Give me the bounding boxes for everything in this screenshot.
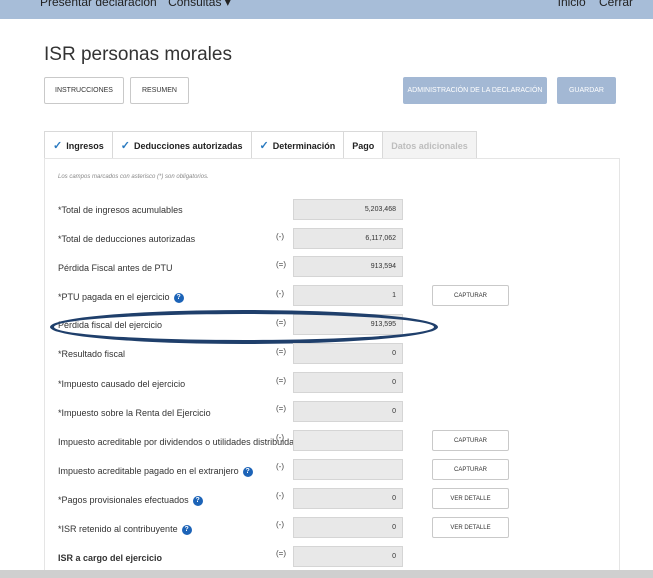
- operator-equals: (=): [276, 376, 286, 385]
- field-total-deducciones-autorizadas[interactable]: 6,117,062: [293, 228, 403, 249]
- field-isr-a-cargo[interactable]: 0: [293, 546, 403, 567]
- help-icon[interactable]: ?: [181, 524, 192, 535]
- field-pagos-provisionales[interactable]: 0: [293, 488, 403, 509]
- nav-inicio[interactable]: Inicio: [558, 0, 586, 9]
- horizontal-scrollbar[interactable]: [0, 570, 653, 578]
- tab-ingresos[interactable]: ✓ Ingresos: [44, 131, 113, 159]
- label-isr-retenido: *ISR retenido al contribuyente?: [58, 524, 192, 535]
- topnav-left: Presentar declaración Consultas ▾: [40, 0, 239, 9]
- administracion-declaracion-button[interactable]: ADMINISTRACIÓN DE LA DECLARACIÓN: [403, 77, 547, 104]
- nav-presentar-declaracion[interactable]: Presentar declaración: [40, 0, 157, 9]
- tab-label: Ingresos: [66, 140, 104, 151]
- instrucciones-button[interactable]: INSTRUCCIONES: [44, 77, 124, 104]
- field-resultado-fiscal[interactable]: 0: [293, 343, 403, 364]
- field-impuesto-acreditable-extranjero[interactable]: [293, 459, 403, 480]
- nav-cerrar[interactable]: Cerrar: [599, 0, 633, 9]
- label-impuesto-acreditable-extranjero: Impuesto acreditable pagado en el extran…: [58, 466, 253, 477]
- form-panel: [44, 158, 620, 578]
- label-impuesto-causado: *Impuesto causado del ejercicio: [58, 379, 186, 389]
- help-icon[interactable]: ?: [192, 495, 203, 506]
- field-isr-ejercicio[interactable]: 0: [293, 401, 403, 422]
- operator-minus: (-): [276, 289, 284, 298]
- tab-pago[interactable]: Pago: [343, 131, 384, 159]
- field-impuesto-causado[interactable]: 0: [293, 372, 403, 393]
- operator-equals: (=): [276, 549, 286, 558]
- help-icon[interactable]: ?: [242, 466, 253, 477]
- tab-label: Pago: [352, 140, 375, 151]
- check-icon: ✓: [120, 140, 130, 152]
- nav-consultas[interactable]: Consultas ▾: [168, 0, 231, 9]
- tab-label: Datos adicionales: [391, 140, 468, 151]
- field-perdida-fiscal-antes-ptu[interactable]: 913,594: [293, 256, 403, 277]
- label-total-ingresos-acumulables: *Total de ingresos acumulables: [58, 205, 183, 215]
- tab-deducciones-autorizadas[interactable]: ✓ Deducciones autorizadas: [111, 131, 252, 159]
- label-resultado-fiscal: *Resultado fiscal: [58, 349, 126, 359]
- operator-equals: (=): [276, 260, 286, 269]
- field-ptu-pagada[interactable]: 1: [293, 285, 403, 306]
- help-icon[interactable]: ?: [173, 292, 184, 303]
- label-perdida-fiscal-antes-ptu: Pérdida Fiscal antes de PTU: [58, 263, 173, 273]
- top-navbar: Presentar declaración Consultas ▾ Inicio…: [0, 0, 653, 19]
- operator-minus: (-): [276, 520, 284, 529]
- label-total-deducciones-autorizadas: *Total de deducciones autorizadas: [58, 234, 196, 244]
- capturar-extranjero-button[interactable]: CAPTURAR: [432, 459, 509, 480]
- tab-label: Determinación: [272, 140, 336, 151]
- tab-determinacion[interactable]: ✓ Determinación: [250, 131, 345, 159]
- capturar-ptu-button[interactable]: CAPTURAR: [432, 285, 509, 306]
- label-pagos-provisionales-text: *Pagos provisionales efectuados: [58, 495, 189, 505]
- tab-label: Deducciones autorizadas: [133, 140, 243, 151]
- operator-minus: (-): [276, 433, 284, 442]
- page-title: ISR personas morales: [44, 44, 232, 65]
- operator-equals: (=): [276, 347, 286, 356]
- required-fields-note: Los campos marcados con asterisco (*) so…: [58, 174, 209, 180]
- guardar-button[interactable]: GUARDAR: [557, 77, 616, 104]
- label-impuesto-acreditable-dividendos: Impuesto acreditable por dividendos o ut…: [58, 437, 299, 447]
- check-icon: ✓: [259, 140, 269, 152]
- check-icon: ✓: [53, 140, 63, 152]
- resumen-button[interactable]: RESUMEN: [130, 77, 189, 104]
- label-ptu-pagada-text: *PTU pagada en el ejercicio: [58, 292, 170, 302]
- operator-equals: (=): [276, 404, 286, 413]
- topnav-right: Inicio Cerrar: [548, 0, 633, 9]
- label-isr-a-cargo: ISR a cargo del ejercicio: [58, 553, 163, 563]
- ver-detalle-pagos-button[interactable]: VER DETALLE: [432, 488, 509, 509]
- operator-minus: (-): [276, 462, 284, 471]
- ver-detalle-isr-retenido-button[interactable]: VER DETALLE: [432, 517, 509, 538]
- tab-bar: ✓ Ingresos ✓ Deducciones autorizadas ✓ D…: [44, 131, 477, 159]
- field-impuesto-acreditable-dividendos[interactable]: [293, 430, 403, 451]
- label-ptu-pagada: *PTU pagada en el ejercicio?: [58, 292, 184, 303]
- field-isr-retenido[interactable]: 0: [293, 517, 403, 538]
- label-isr-ejercicio: *Impuesto sobre la Renta del Ejercicio: [58, 408, 211, 418]
- label-isr-retenido-text: *ISR retenido al contribuyente: [58, 524, 178, 534]
- label-impuesto-acreditable-extranjero-text: Impuesto acreditable pagado en el extran…: [58, 466, 239, 476]
- operator-minus: (-): [276, 232, 284, 241]
- highlight-ellipse: [50, 310, 438, 344]
- tab-datos-adicionales[interactable]: Datos adicionales: [382, 131, 477, 159]
- operator-minus: (-): [276, 491, 284, 500]
- field-total-ingresos-acumulables[interactable]: 5,203,468: [293, 199, 403, 220]
- label-pagos-provisionales: *Pagos provisionales efectuados?: [58, 495, 203, 506]
- capturar-dividendos-button[interactable]: CAPTURAR: [432, 430, 509, 451]
